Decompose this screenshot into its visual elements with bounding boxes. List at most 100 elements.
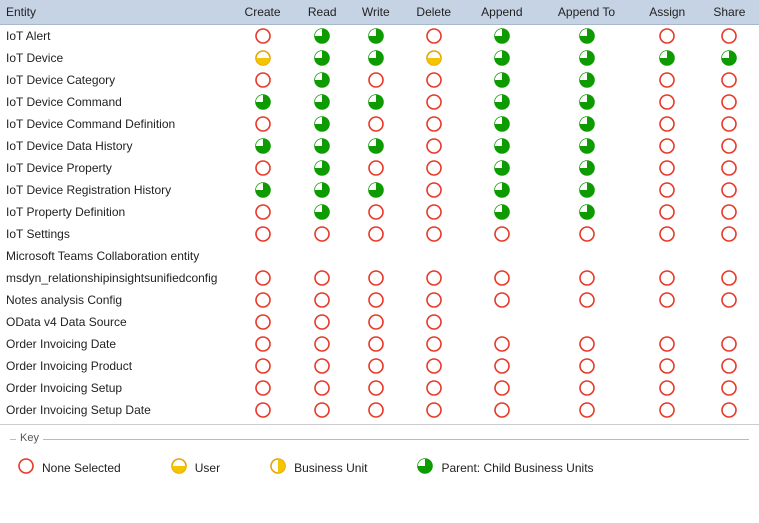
header-append[interactable]: Append: [465, 0, 538, 25]
permission-cell[interactable]: [635, 201, 700, 223]
permission-cell[interactable]: [635, 179, 700, 201]
header-entity[interactable]: Entity: [0, 0, 230, 25]
permission-cell[interactable]: [295, 311, 349, 333]
permission-cell[interactable]: [465, 399, 538, 421]
permission-cell[interactable]: [700, 201, 759, 223]
permission-cell[interactable]: [295, 377, 349, 399]
permission-cell[interactable]: [230, 267, 295, 289]
permission-cell[interactable]: [230, 25, 295, 48]
permission-cell[interactable]: [635, 289, 700, 311]
permission-cell[interactable]: [230, 201, 295, 223]
permission-cell[interactable]: [465, 69, 538, 91]
permission-cell[interactable]: [465, 157, 538, 179]
permission-cell[interactable]: [538, 113, 634, 135]
permission-cell[interactable]: [230, 289, 295, 311]
permission-cell[interactable]: [700, 333, 759, 355]
permission-cell[interactable]: [349, 91, 402, 113]
permission-cell[interactable]: [465, 333, 538, 355]
permission-cell[interactable]: [538, 399, 634, 421]
entity-name[interactable]: Order Invoicing Setup: [0, 377, 230, 399]
permission-cell[interactable]: [700, 179, 759, 201]
permission-cell[interactable]: [349, 69, 402, 91]
permission-cell[interactable]: [402, 311, 465, 333]
permission-cell[interactable]: [295, 223, 349, 245]
permission-cell[interactable]: [295, 289, 349, 311]
entity-name[interactable]: Order Invoicing Product: [0, 355, 230, 377]
permission-cell[interactable]: [349, 311, 402, 333]
permission-cell[interactable]: [635, 113, 700, 135]
permission-cell[interactable]: [402, 201, 465, 223]
permission-cell[interactable]: [349, 179, 402, 201]
permission-cell[interactable]: [700, 267, 759, 289]
permission-cell[interactable]: [295, 25, 349, 48]
permission-cell[interactable]: [635, 157, 700, 179]
permission-cell[interactable]: [295, 113, 349, 135]
permission-cell[interactable]: [349, 289, 402, 311]
header-share[interactable]: Share: [700, 0, 759, 25]
permission-cell[interactable]: [465, 223, 538, 245]
permission-cell[interactable]: [295, 135, 349, 157]
permission-cell[interactable]: [465, 25, 538, 48]
entity-name[interactable]: IoT Settings: [0, 223, 230, 245]
permission-cell[interactable]: [349, 25, 402, 48]
permission-cell[interactable]: [538, 157, 634, 179]
permission-cell[interactable]: [349, 201, 402, 223]
permission-cell[interactable]: [465, 91, 538, 113]
permission-cell[interactable]: [349, 267, 402, 289]
permission-cell[interactable]: [635, 47, 700, 69]
permission-cell[interactable]: [465, 135, 538, 157]
permission-cell[interactable]: [295, 355, 349, 377]
permission-cell[interactable]: [230, 377, 295, 399]
entity-name[interactable]: IoT Device Registration History: [0, 179, 230, 201]
permission-cell[interactable]: [635, 135, 700, 157]
entity-name[interactable]: IoT Device: [0, 47, 230, 69]
permission-cell[interactable]: [230, 311, 295, 333]
permission-cell[interactable]: [402, 179, 465, 201]
permission-cell[interactable]: [349, 113, 402, 135]
header-create[interactable]: Create: [230, 0, 295, 25]
header-write[interactable]: Write: [349, 0, 402, 25]
permission-cell[interactable]: [402, 223, 465, 245]
permission-cell[interactable]: [295, 333, 349, 355]
permission-cell[interactable]: [635, 399, 700, 421]
permission-cell[interactable]: [349, 157, 402, 179]
permission-cell[interactable]: [230, 179, 295, 201]
permission-cell[interactable]: [635, 25, 700, 48]
permission-cell[interactable]: [230, 333, 295, 355]
permission-cell[interactable]: [295, 91, 349, 113]
permission-cell[interactable]: [538, 333, 634, 355]
permission-cell[interactable]: [402, 377, 465, 399]
permission-cell[interactable]: [349, 377, 402, 399]
entity-name[interactable]: Notes analysis Config: [0, 289, 230, 311]
permission-cell[interactable]: [230, 47, 295, 69]
permission-cell[interactable]: [402, 91, 465, 113]
permission-cell[interactable]: [465, 267, 538, 289]
permission-cell[interactable]: [230, 399, 295, 421]
permission-cell[interactable]: [700, 47, 759, 69]
permission-cell[interactable]: [700, 157, 759, 179]
header-delete[interactable]: Delete: [402, 0, 465, 25]
permission-cell[interactable]: [700, 377, 759, 399]
entity-name[interactable]: Order Invoicing Date: [0, 333, 230, 355]
permission-cell[interactable]: [402, 355, 465, 377]
permission-cell[interactable]: [700, 69, 759, 91]
permission-cell[interactable]: [230, 157, 295, 179]
permission-cell[interactable]: [700, 355, 759, 377]
permission-cell[interactable]: [465, 47, 538, 69]
entity-name[interactable]: Order Invoicing Setup Date: [0, 399, 230, 421]
permission-cell[interactable]: [635, 355, 700, 377]
permission-cell[interactable]: [295, 157, 349, 179]
permission-cell[interactable]: [402, 135, 465, 157]
permission-cell[interactable]: [402, 267, 465, 289]
permission-cell[interactable]: [465, 289, 538, 311]
permission-cell[interactable]: [538, 25, 634, 48]
permission-cell[interactable]: [465, 355, 538, 377]
permission-cell[interactable]: [402, 69, 465, 91]
permission-cell[interactable]: [349, 47, 402, 69]
permission-cell[interactable]: [700, 289, 759, 311]
entity-name[interactable]: IoT Device Category: [0, 69, 230, 91]
permission-cell[interactable]: [635, 377, 700, 399]
entity-name[interactable]: IoT Alert: [0, 25, 230, 48]
permission-cell[interactable]: [230, 355, 295, 377]
entity-name[interactable]: IoT Device Command Definition: [0, 113, 230, 135]
